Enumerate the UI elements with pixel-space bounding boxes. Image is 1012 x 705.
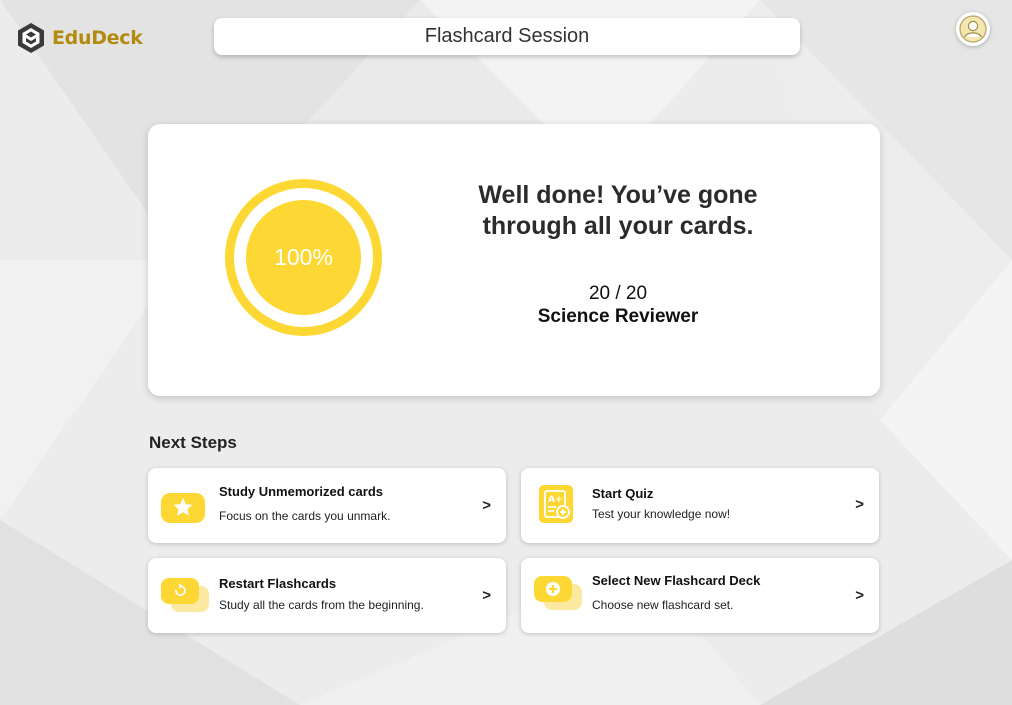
step-title: Start Quiz [592, 486, 654, 501]
chevron-right-icon: > [855, 587, 864, 604]
completion-message: Well done! You’ve gone through all your … [478, 181, 758, 240]
quiz-icon: A+ [539, 485, 573, 523]
chevron-right-icon: > [482, 587, 491, 604]
star-icon [161, 493, 205, 523]
card-count: 20 / 20 [588, 283, 648, 304]
session-result-card: 100% Well done! You’ve gone through all … [148, 124, 880, 396]
deck-name: Science Reviewer [537, 306, 699, 327]
step-title: Restart Flashcards [219, 576, 337, 591]
step-title: Study Unmemorized cards [219, 484, 383, 499]
start-quiz-button[interactable]: A+ Start Quiz Test your knowledge now! > [521, 468, 879, 543]
step-description: Test your knowledge now! [592, 507, 731, 521]
add-deck-icon [534, 576, 582, 610]
step-description: Study all the cards from the beginning. [219, 598, 424, 612]
restart-icon [161, 578, 209, 612]
step-title: Select New Flashcard Deck [592, 573, 761, 588]
user-avatar-button[interactable] [956, 12, 990, 46]
svg-text:A+: A+ [548, 495, 563, 505]
restart-flashcards-button[interactable]: Restart Flashcards Study all the cards f… [148, 558, 506, 633]
step-description: Focus on the cards you unmark. [219, 509, 391, 523]
hexagon-logo-icon [18, 23, 44, 53]
app-name: EduDeck [52, 27, 143, 49]
user-avatar-icon [959, 15, 987, 43]
chevron-right-icon: > [855, 496, 864, 513]
progress-percent: 100% [246, 200, 361, 315]
chevron-right-icon: > [482, 497, 491, 514]
select-new-deck-button[interactable]: Select New Flashcard Deck Choose new fla… [521, 558, 879, 633]
progress-ring: 100% [225, 179, 382, 336]
step-description: Choose new flashcard set. [592, 598, 734, 612]
page-title: Flashcard Session [214, 18, 800, 55]
study-unmemorized-button[interactable]: Study Unmemorized cards Focus on the car… [148, 468, 506, 543]
app-logo[interactable]: EduDeck [16, 22, 143, 54]
next-steps-heading: Next Steps [149, 433, 237, 452]
